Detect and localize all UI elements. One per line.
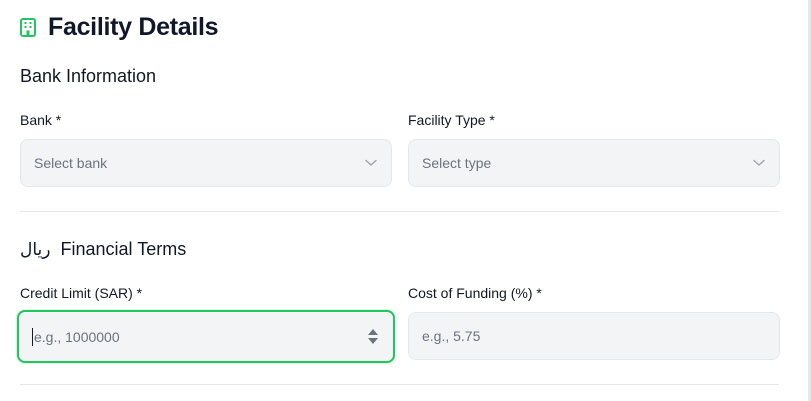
text-caret — [32, 327, 33, 346]
credit-limit-label: Credit Limit (SAR) * — [20, 285, 143, 301]
chevron-down-icon — [753, 159, 765, 166]
building-icon — [20, 17, 38, 37]
page-header: Facility Details — [20, 12, 219, 42]
facility-details-page: Facility Details Bank Information Bank *… — [0, 0, 811, 401]
bank-select[interactable]: Select bank — [20, 139, 392, 187]
credit-limit-placeholder: e.g., 1000000 — [34, 328, 120, 345]
riyal-currency-icon: ريال — [20, 239, 51, 260]
section-title: Bank Information — [20, 66, 157, 86]
bank-select-value: Select bank — [34, 155, 108, 171]
facility-type-label: Facility Type * — [408, 112, 495, 128]
cost-of-funding-label: Cost of Funding (%) * — [408, 285, 542, 301]
number-spinner-icon[interactable] — [367, 329, 379, 344]
section-title: Financial Terms — [60, 239, 187, 259]
facility-type-select[interactable]: Select type — [408, 139, 780, 187]
chevron-down-icon — [365, 159, 377, 166]
financial-terms-heading: ريال Financial Terms — [20, 239, 186, 260]
credit-limit-input[interactable]: e.g., 1000000 — [17, 310, 395, 363]
bank-information-heading: Bank Information — [20, 66, 156, 87]
section-divider — [20, 384, 779, 385]
facility-type-select-value: Select type — [422, 155, 492, 171]
cost-of-funding-placeholder: e.g., 5.75 — [422, 328, 481, 344]
cost-of-funding-input[interactable]: e.g., 5.75 — [408, 312, 780, 360]
section-divider — [20, 211, 779, 212]
bank-label: Bank * — [20, 112, 62, 128]
page-title: Facility Details — [48, 12, 219, 41]
